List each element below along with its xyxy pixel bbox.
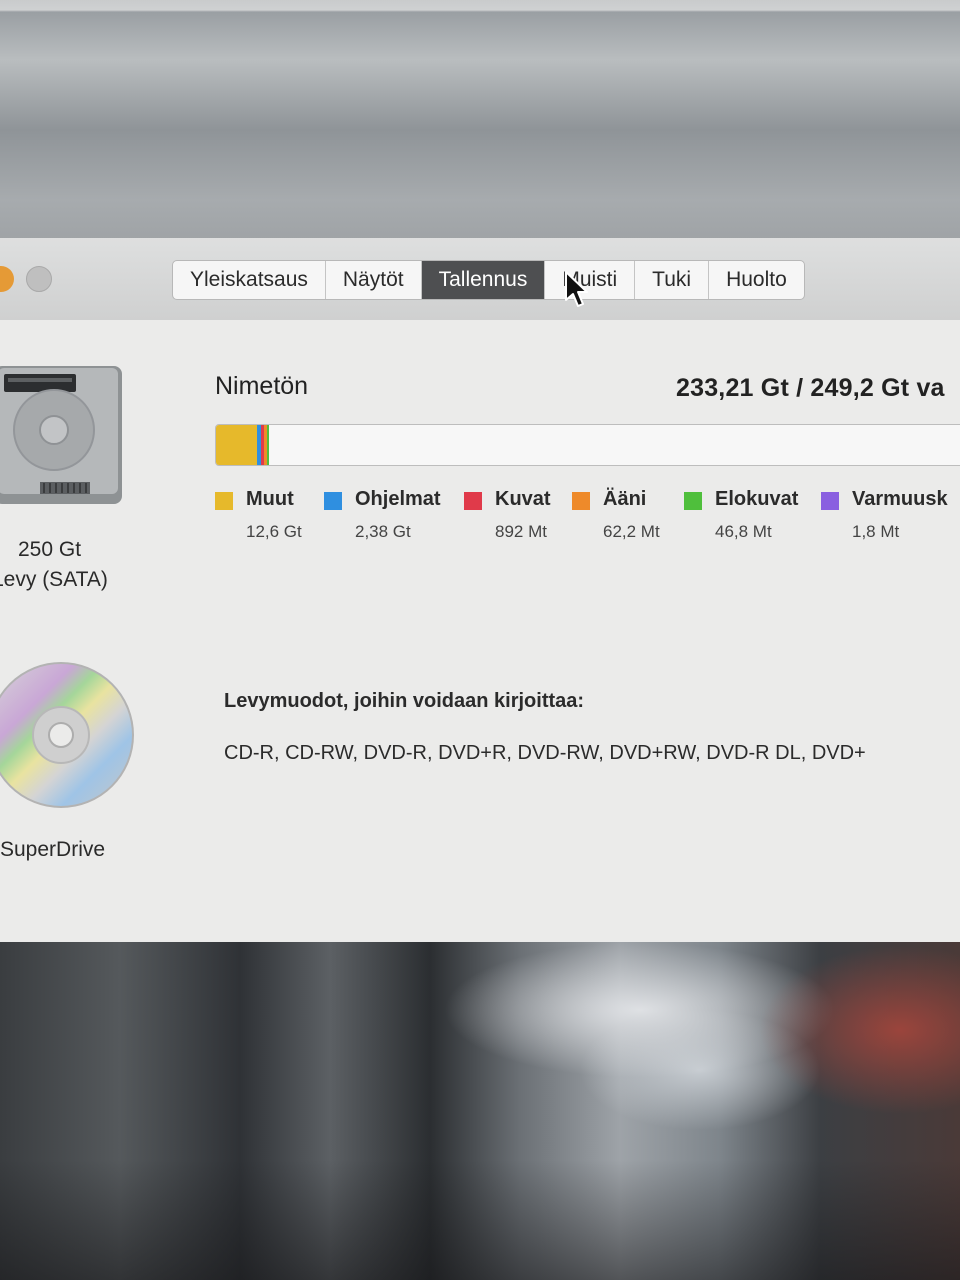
tab-storage[interactable]: Tallennus bbox=[421, 261, 546, 299]
desktop-wallpaper-top bbox=[0, 0, 960, 240]
tab-bar: Yleiskatsaus Näytöt Tallennus Muisti Tuk… bbox=[172, 260, 805, 300]
storage-panel: 250 Gt Levy (SATA) SuperDrive Nimetön 23… bbox=[0, 320, 960, 942]
legend-swatch-kuvat bbox=[464, 492, 482, 510]
legend-swatch-aani bbox=[572, 492, 590, 510]
legend-label-muut: Muut bbox=[246, 488, 294, 510]
disk-type-label: Levy (SATA) bbox=[0, 568, 108, 591]
legend-label-ohjelmat: Ohjelmat bbox=[355, 488, 441, 510]
legend-swatch-varmuuskopiot bbox=[821, 492, 839, 510]
tab-displays[interactable]: Näytöt bbox=[326, 261, 422, 299]
tab-support[interactable]: Tuki bbox=[635, 261, 710, 299]
storage-usage-bar bbox=[215, 424, 960, 466]
legend-label-aani: Ääni bbox=[603, 488, 647, 510]
window-titlebar: Yleiskatsaus Näytöt Tallennus Muisti Tuk… bbox=[0, 238, 960, 321]
system-info-window: Yleiskatsaus Näytöt Tallennus Muisti Tuk… bbox=[0, 238, 960, 942]
volume-capacity: 233,21 Gt / 249,2 Gt va bbox=[676, 374, 945, 402]
legend-swatch-muut bbox=[215, 492, 233, 510]
writable-formats-list: CD-R, CD-RW, DVD-R, DVD+R, DVD-RW, DVD+R… bbox=[224, 742, 866, 764]
hard-drive-icon bbox=[0, 366, 122, 504]
storage-legend: Muut 12,6 Gt Ohjelmat 2,38 Gt Kuvat 892 … bbox=[215, 488, 960, 570]
zoom-button[interactable] bbox=[26, 266, 52, 292]
legend-swatch-ohjelmat bbox=[324, 492, 342, 510]
tab-overview[interactable]: Yleiskatsaus bbox=[173, 261, 326, 299]
usage-segment-elokuvat bbox=[266, 425, 270, 465]
legend-swatch-elokuvat bbox=[684, 492, 702, 510]
writable-formats-title: Levymuodot, joihin voidaan kirjoittaa: bbox=[224, 690, 585, 712]
volume-name: Nimetön bbox=[215, 372, 309, 400]
tab-service[interactable]: Huolto bbox=[709, 261, 804, 299]
optical-disc-icon bbox=[0, 662, 134, 808]
legend-label-varmuuskopiot: Varmuusk bbox=[852, 488, 948, 510]
legend-size-aani: 62,2 Mt bbox=[603, 522, 660, 541]
legend-size-ohjelmat: 2,38 Gt bbox=[355, 522, 411, 541]
legend-size-varmuuskopiot: 1,8 Mt bbox=[852, 522, 900, 541]
tab-memory[interactable]: Muisti bbox=[545, 261, 636, 299]
legend-size-muut: 12,6 Gt bbox=[246, 522, 302, 541]
legend-label-kuvat: Kuvat bbox=[495, 488, 551, 510]
disk-size-label: 250 Gt bbox=[18, 538, 82, 561]
mouse-pointer-icon bbox=[565, 271, 588, 307]
usage-segment-muut bbox=[216, 425, 258, 465]
legend-label-elokuvat: Elokuvat bbox=[715, 488, 799, 510]
minimize-button[interactable] bbox=[0, 266, 14, 292]
desktop-wallpaper-bottom bbox=[0, 940, 960, 1280]
optical-drive-name: SuperDrive bbox=[0, 838, 106, 861]
legend-size-elokuvat: 46,8 Mt bbox=[715, 522, 772, 541]
legend-size-kuvat: 892 Mt bbox=[495, 522, 547, 541]
